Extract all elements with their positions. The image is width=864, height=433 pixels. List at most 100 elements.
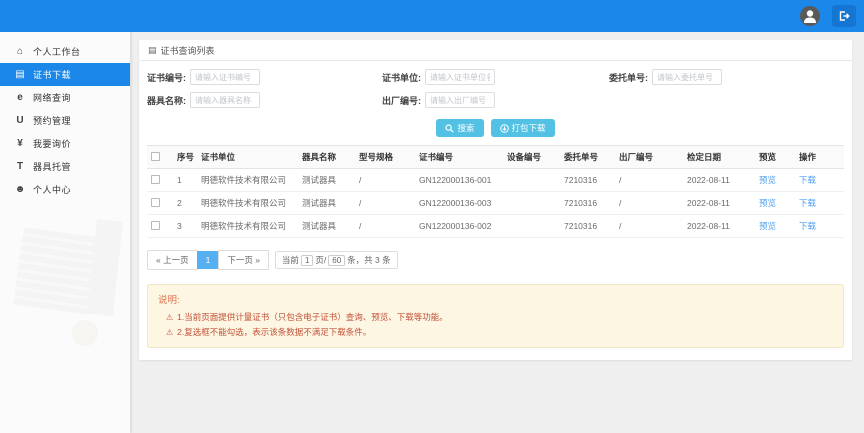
cell-cert-unit: 明德软件技术有限公司 bbox=[197, 215, 298, 238]
factory-number-label: 出厂编号: bbox=[382, 94, 421, 107]
cell-cert-no: GN122000136-001 bbox=[415, 169, 503, 192]
prev-page-button[interactable]: « 上一页 bbox=[147, 250, 198, 270]
note-line-text: 1.当前页面提供计量证书（只包含电子证书）查询、预览、下载等功能。 bbox=[177, 311, 448, 323]
col-instrument: 器具名称 bbox=[298, 146, 355, 169]
note-line-text: 2.复选框不能勾选，表示该条数据不满足下载条件。 bbox=[177, 326, 371, 338]
factory-number-input[interactable] bbox=[425, 92, 495, 108]
cell-model: / bbox=[355, 192, 415, 215]
order-number-label: 委托单号: bbox=[609, 71, 648, 84]
warning-icon: ⚠ bbox=[166, 328, 173, 337]
cert-unit-label: 证书单位: bbox=[382, 71, 421, 84]
download-link[interactable]: 下载 bbox=[799, 198, 816, 208]
instrument-name-label: 器具名称: bbox=[147, 94, 186, 107]
sidebar-item-label: 器具托管 bbox=[33, 160, 71, 173]
cell-seq: 1 bbox=[173, 169, 197, 192]
logout-button[interactable] bbox=[832, 5, 856, 27]
cell-date: 2022-08-11 bbox=[683, 192, 755, 215]
sidebar-watermark bbox=[0, 202, 130, 432]
search-button[interactable]: 搜索 bbox=[436, 119, 483, 137]
pagination-info-mid: 页/ bbox=[315, 254, 326, 266]
cell-instrument: 测试器具 bbox=[298, 169, 355, 192]
form-buttons: 搜索 打包下载 bbox=[147, 115, 844, 145]
cell-cert-no: GN122000136-002 bbox=[415, 215, 503, 238]
next-page-button[interactable]: 下一页 » bbox=[218, 250, 269, 270]
cell-date: 2022-08-11 bbox=[683, 169, 755, 192]
app-root: ⌂ 个人工作台 ▤ 证书下载 e 网络查询 U 预约管理 ¥ 我要询价 T 器具… bbox=[0, 0, 864, 433]
cert-unit-input[interactable] bbox=[425, 69, 495, 85]
preview-link[interactable]: 预览 bbox=[759, 175, 776, 185]
sidebar-item-label: 证书下载 bbox=[33, 68, 71, 81]
sidebar-item-reservation-management[interactable]: U 预约管理 bbox=[0, 109, 130, 132]
select-all-cell bbox=[147, 146, 173, 169]
order-number-input[interactable] bbox=[652, 69, 722, 85]
col-action: 操作 bbox=[795, 146, 844, 169]
col-factory-no: 出厂编号 bbox=[615, 146, 683, 169]
col-date: 检定日期 bbox=[683, 146, 755, 169]
download-link[interactable]: 下载 bbox=[799, 175, 816, 185]
sidebar-item-label: 预约管理 bbox=[33, 114, 71, 127]
form-row-2: 器具名称: 出厂编号: bbox=[147, 92, 844, 108]
field-factory-number: 出厂编号: bbox=[382, 92, 609, 108]
sidebar-item-network-query[interactable]: e 网络查询 bbox=[0, 86, 130, 109]
pagination-info: 当前 1 页/ 60 条，共 3 条 bbox=[275, 251, 398, 269]
pagination: « 上一页 1 下一页 » 当前 1 页/ 60 条，共 3 条 bbox=[147, 250, 852, 270]
hosting-icon: T bbox=[14, 161, 26, 172]
cell-instrument: 测试器具 bbox=[298, 192, 355, 215]
note-line-1: ⚠ 1.当前页面提供计量证书（只包含电子证书）查询、预览、下载等功能。 bbox=[166, 311, 833, 323]
page-1-button[interactable]: 1 bbox=[197, 251, 220, 269]
cert-number-label: 证书编号: bbox=[147, 71, 186, 84]
instrument-name-input[interactable] bbox=[190, 92, 260, 108]
certificate-table-wrap: 序号 证书单位 器具名称 型号规格 证书编号 设备编号 委托单号 出厂编号 检定… bbox=[139, 145, 852, 238]
package-download-button[interactable]: 打包下载 bbox=[491, 119, 555, 137]
warning-icon: ⚠ bbox=[166, 313, 173, 322]
current-page-box[interactable]: 1 bbox=[301, 255, 313, 266]
sidebar: ⌂ 个人工作台 ▤ 证书下载 e 网络查询 U 预约管理 ¥ 我要询价 T 器具… bbox=[0, 32, 130, 433]
sidebar-item-price-inquiry[interactable]: ¥ 我要询价 bbox=[0, 132, 130, 155]
sidebar-item-label: 网络查询 bbox=[33, 91, 71, 104]
sidebar-item-label: 我要询价 bbox=[33, 137, 71, 150]
col-order-no: 委托单号 bbox=[560, 146, 615, 169]
cell-cert-no: GN122000136-003 bbox=[415, 192, 503, 215]
reservation-icon: U bbox=[14, 115, 26, 126]
row-checkbox[interactable] bbox=[151, 175, 160, 184]
select-all-checkbox[interactable] bbox=[151, 152, 160, 161]
search-form: 证书编号: 证书单位: 委托单号: 器具名称: bbox=[139, 61, 852, 145]
field-cert-number: 证书编号: bbox=[147, 69, 382, 85]
cell-factory-no: / bbox=[615, 192, 683, 215]
row-checkbox[interactable] bbox=[151, 198, 160, 207]
sidebar-item-personal-center[interactable]: ☻ 个人中心 bbox=[0, 178, 130, 201]
sidebar-item-instrument-hosting[interactable]: T 器具托管 bbox=[0, 155, 130, 178]
cell-model: / bbox=[355, 169, 415, 192]
sidebar-item-cert-download[interactable]: ▤ 证书下载 bbox=[0, 63, 130, 86]
search-button-label: 搜索 bbox=[457, 122, 474, 134]
cell-factory-no: / bbox=[615, 215, 683, 238]
field-instrument-name: 器具名称: bbox=[147, 92, 382, 108]
cell-model: / bbox=[355, 215, 415, 238]
cell-device-no bbox=[503, 215, 560, 238]
preview-link[interactable]: 预览 bbox=[759, 198, 776, 208]
sidebar-item-personal-workspace[interactable]: ⌂ 个人工作台 bbox=[0, 40, 130, 63]
cell-cert-unit: 明德软件技术有限公司 bbox=[197, 192, 298, 215]
field-cert-unit: 证书单位: bbox=[382, 69, 609, 85]
user-avatar[interactable] bbox=[800, 6, 820, 26]
preview-link[interactable]: 预览 bbox=[759, 221, 776, 231]
certificate-table: 序号 证书单位 器具名称 型号规格 证书编号 设备编号 委托单号 出厂编号 检定… bbox=[147, 145, 844, 238]
note-line-2: ⚠ 2.复选框不能勾选，表示该条数据不满足下载条件。 bbox=[166, 326, 833, 338]
col-device-no: 设备编号 bbox=[503, 146, 560, 169]
user-icon bbox=[800, 6, 820, 26]
row-checkbox[interactable] bbox=[151, 221, 160, 230]
cell-device-no bbox=[503, 169, 560, 192]
table-header-row: 序号 证书单位 器具名称 型号规格 证书编号 设备编号 委托单号 出厂编号 检定… bbox=[147, 146, 844, 169]
col-seq: 序号 bbox=[173, 146, 197, 169]
pagination-info-prefix: 当前 bbox=[282, 254, 299, 266]
cell-factory-no: / bbox=[615, 169, 683, 192]
cell-seq: 3 bbox=[173, 215, 197, 238]
download-link[interactable]: 下载 bbox=[799, 221, 816, 231]
cert-number-input[interactable] bbox=[190, 69, 260, 85]
col-cert-unit: 证书单位 bbox=[197, 146, 298, 169]
col-model: 型号规格 bbox=[355, 146, 415, 169]
page-size-box[interactable]: 60 bbox=[328, 255, 345, 266]
cell-cert-unit: 明德软件技术有限公司 bbox=[197, 169, 298, 192]
col-preview: 预览 bbox=[755, 146, 795, 169]
col-cert-no: 证书编号 bbox=[415, 146, 503, 169]
